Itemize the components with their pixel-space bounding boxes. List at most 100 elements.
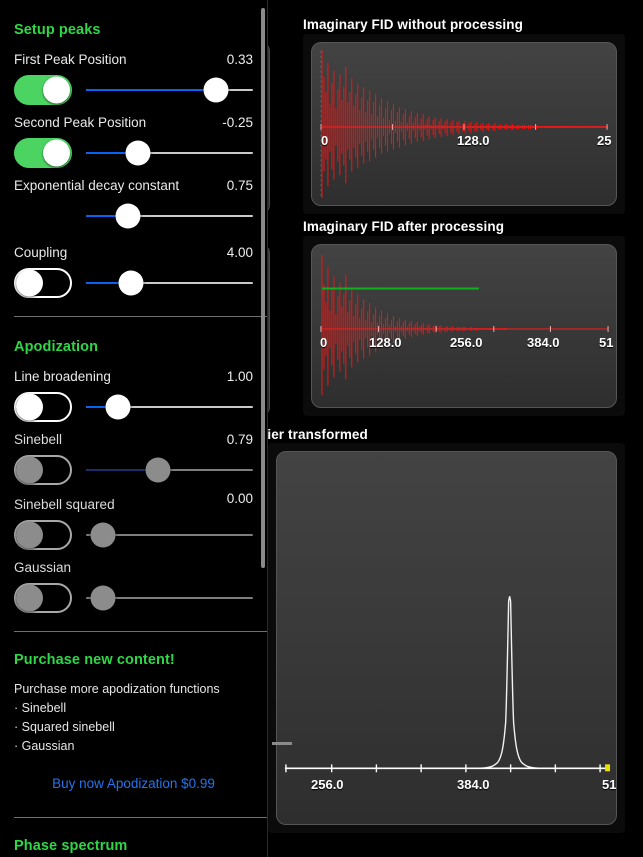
toggle-knob (16, 584, 43, 612)
chart1-tick-0: 0 (321, 133, 329, 148)
label-line-broadening: Line broadening (14, 369, 111, 384)
controls-second-peak-position (14, 136, 253, 170)
slider-knob[interactable] (105, 394, 131, 420)
toggle-knob (43, 139, 70, 167)
toggle-coupling[interactable] (14, 268, 72, 298)
value-sinebell-squared: 0.00 (226, 491, 253, 506)
slider-knob[interactable] (90, 522, 116, 548)
section-setup-peaks: Setup peaks First Peak Position 0.33 Sec… (0, 0, 267, 300)
section-header-phase-spectrum: Phase spectrum (14, 838, 128, 854)
fid-processed-plot (320, 254, 609, 396)
app-root: Imaginary FID without processing 0 128.0… (0, 0, 643, 857)
section-apodization: Apodization Line broadening 1.00 Sinebel… (0, 317, 267, 615)
purchase-description: Purchase more apodization functions · Si… (14, 680, 253, 756)
chart1-tick-2: 25 (597, 133, 612, 148)
toggle-knob (16, 393, 43, 421)
chart3-tick-2: 51 (602, 777, 617, 792)
chart-card-2[interactable]: 0 128.0 256.0 384.0 51 (303, 236, 625, 416)
fourier-spectrum-plot (284, 596, 611, 773)
controls-gaussian (14, 581, 253, 615)
settings-sidebar[interactable]: Setup peaks First Peak Position 0.33 Sec… (0, 0, 268, 857)
slider-second-peak-position[interactable] (86, 138, 253, 168)
chart-plot-area-2: 0 128.0 256.0 384.0 51 (311, 244, 617, 408)
section-header-setup-peaks: Setup peaks (14, 22, 101, 38)
toggle-sinebell-squared[interactable] (14, 520, 72, 550)
slider-sinebell[interactable] (86, 455, 253, 485)
slider-knob[interactable] (203, 77, 229, 103)
chart-plot-area-1: 0 128.0 25 (311, 42, 617, 206)
row-first-peak-position: First Peak Position 0.33 (14, 52, 253, 67)
chart-title-3: rier transformed (262, 427, 368, 442)
toggle-first-peak-position[interactable] (14, 75, 72, 105)
chart-title-2: Imaginary FID after processing (303, 219, 505, 234)
label-sinebell: Sinebell (14, 432, 63, 447)
slider-exponential-decay-constant[interactable] (86, 201, 253, 231)
controls-exponential-decay-constant (14, 199, 253, 233)
content-scrollbar[interactable] (272, 742, 292, 745)
fid-processed-trace (321, 254, 508, 396)
chart1-tick-1: 128.0 (457, 133, 490, 148)
value-exponential-decay-constant: 0.75 (226, 178, 253, 193)
toggle-knob (16, 269, 43, 297)
row-line-broadening: Line broadening 1.00 (14, 369, 253, 384)
slider-knob[interactable] (90, 585, 116, 611)
slider-knob[interactable] (145, 457, 171, 483)
controls-first-peak-position (14, 73, 253, 107)
section-header-apodization: Apodization (14, 339, 99, 355)
row-sinebell: Sinebell 0.79 (14, 432, 253, 447)
slider-coupling[interactable] (86, 268, 253, 298)
purchase-item-sinebell: · Sinebell (14, 701, 67, 715)
slider-knob[interactable] (125, 140, 151, 166)
controls-sinebell-squared (14, 518, 253, 552)
fourier-spectrum-trace (284, 596, 608, 769)
label-coupling: Coupling (14, 245, 68, 260)
value-coupling: 4.00 (226, 245, 253, 260)
purchase-intro: Purchase more apodization functions (14, 682, 220, 696)
label-first-peak-position: First Peak Position (14, 52, 127, 67)
purchase-item-gaussian: · Gaussian (14, 739, 75, 753)
label-second-peak-position: Second Peak Position (14, 115, 147, 130)
value-sinebell: 0.79 (226, 432, 253, 447)
toggle-knob (43, 76, 70, 104)
chart3-tick-0: 256.0 (311, 777, 344, 792)
toggle-knob (16, 456, 43, 484)
value-line-broadening: 1.00 (226, 369, 253, 384)
chart2-tick-1: 128.0 (369, 335, 402, 350)
chart-plot-area-3: 256.0 384.0 51 (276, 451, 617, 825)
slider-first-peak-position[interactable] (86, 75, 253, 105)
section-purchase: Purchase new content! Purchase more apod… (0, 632, 267, 799)
chart-title-1: Imaginary FID without processing (303, 17, 523, 32)
row-gaussian: Gaussian 0.00 (14, 560, 253, 575)
chart-card-3[interactable]: 256.0 384.0 51 (268, 443, 625, 833)
section-header-purchase: Purchase new content! (14, 652, 175, 668)
row-second-peak-position: Second Peak Position -0.25 (14, 115, 253, 130)
chart2-tick-4: 51 (599, 335, 614, 350)
chart2-tick-2: 256.0 (450, 335, 483, 350)
toggle-gaussian[interactable] (14, 583, 72, 613)
controls-coupling (14, 266, 253, 300)
toggle-line-broadening[interactable] (14, 392, 72, 422)
chart2-tick-0: 0 (320, 335, 328, 350)
value-first-peak-position: 0.33 (226, 52, 253, 67)
value-second-peak-position: -0.25 (222, 115, 253, 130)
sidebar-scrollbar[interactable] (261, 8, 265, 568)
chart3-tick-1: 384.0 (457, 777, 490, 792)
toggle-knob (16, 521, 43, 549)
chart2-tick-3: 384.0 (527, 335, 560, 350)
toggle-second-peak-position[interactable] (14, 138, 72, 168)
slider-knob[interactable] (115, 203, 141, 229)
row-exponential-decay-constant: Exponential decay constant 0.75 (14, 178, 253, 193)
fid-raw-plot (320, 49, 609, 200)
buy-apodization-button[interactable]: Buy now Apodization $0.99 (14, 768, 253, 799)
row-sinebell-squared: Sinebell squared 0.00 (14, 491, 253, 512)
chart-card-1[interactable]: 0 128.0 25 (303, 34, 625, 214)
slider-line-broadening[interactable] (86, 392, 253, 422)
purchase-item-squared-sinebell: · Squared sinebell (14, 720, 115, 734)
row-coupling: Coupling 4.00 (14, 245, 253, 260)
toggle-sinebell[interactable] (14, 455, 72, 485)
slider-knob[interactable] (118, 270, 144, 296)
slider-gaussian[interactable] (86, 583, 253, 613)
slider-sinebell-squared[interactable] (86, 520, 253, 550)
section-phase-spectrum: Phase spectrum Zero order 0.00 First ord… (0, 818, 267, 857)
fourier-cursor-marker (605, 764, 611, 772)
